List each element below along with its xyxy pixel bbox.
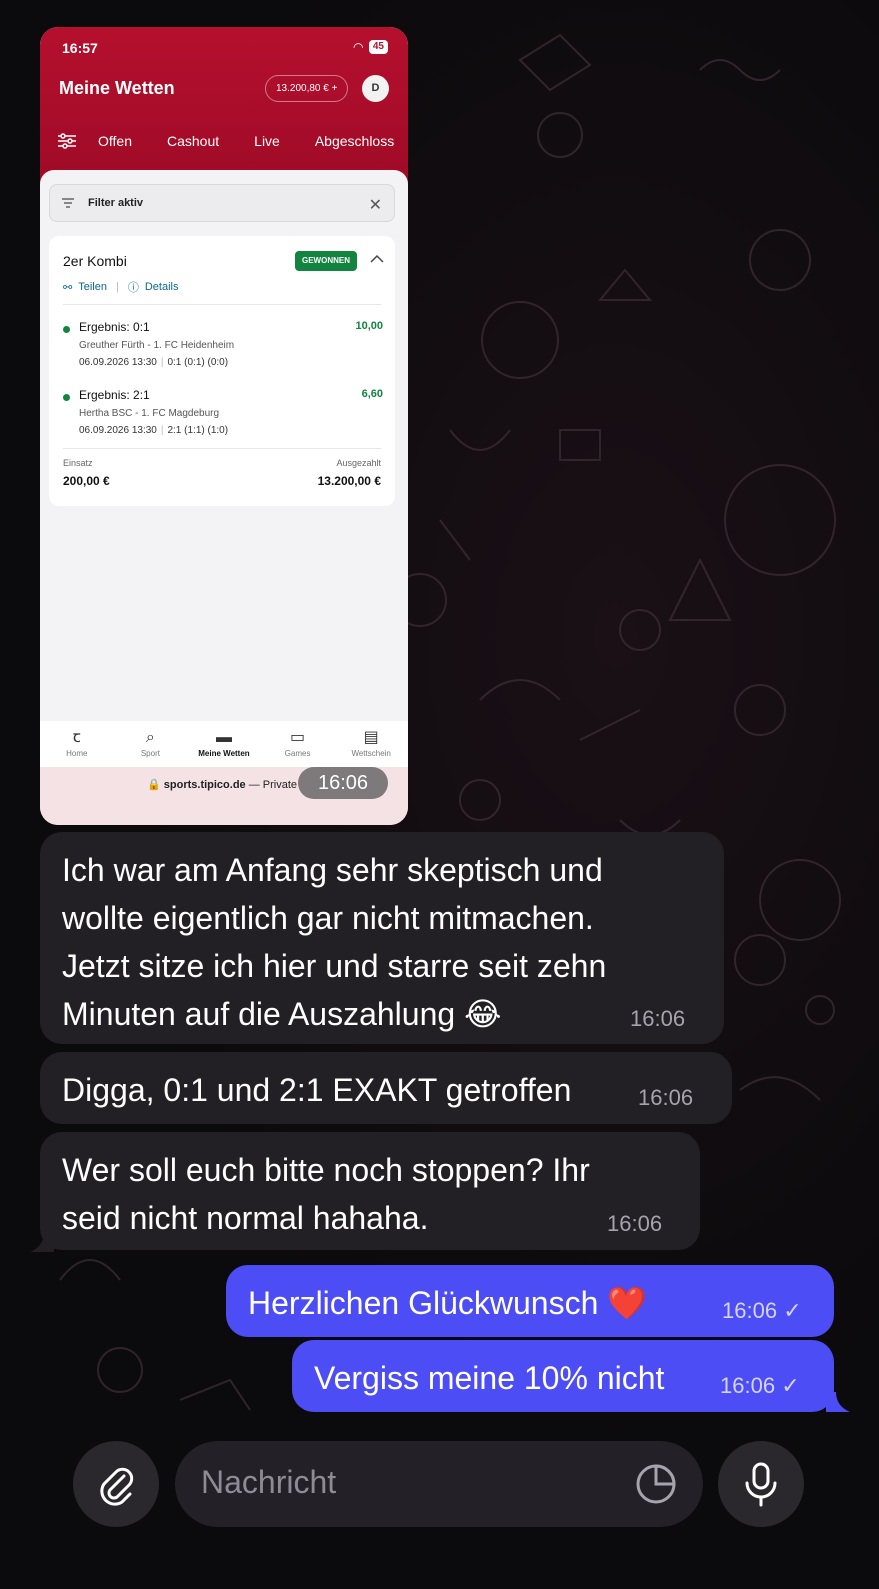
tipico-logo-icon: ꞇ xyxy=(72,729,81,746)
payout-value: 13.200,00 € xyxy=(317,474,381,488)
share-icon: ⚯ xyxy=(63,281,73,294)
tab-cashout[interactable]: Cashout xyxy=(167,133,219,149)
leg-odds: 10,00 xyxy=(355,320,383,332)
incoming-message[interactable]: Wer soll euch bitte noch stoppen? Ihr se… xyxy=(40,1132,700,1250)
page-title: Meine Wetten xyxy=(59,78,175,98)
paperclip-icon xyxy=(100,1467,134,1506)
payout-label: Ausgezahlt xyxy=(336,458,381,468)
outgoing-message[interactable]: Herzlichen Glückwunsch ❤️ 16:06 ✓ xyxy=(226,1265,834,1337)
battery-icon: 45 xyxy=(368,40,388,54)
nav-home[interactable]: ꞇ Home xyxy=(47,727,107,758)
sliders-icon[interactable] xyxy=(58,133,76,149)
nav-meine-wetten[interactable]: ▬ Meine Wetten xyxy=(194,727,254,758)
message-text: Digga, 0:1 und 2:1 EXAKT getroffen xyxy=(62,1072,572,1108)
read-check-icon: ✓ xyxy=(783,1298,802,1323)
bet-actions: ⚯ Teilen | ⓘ Details xyxy=(63,279,178,295)
divider xyxy=(63,448,381,449)
status-time: 16:57 xyxy=(62,40,98,56)
message-input[interactable]: Nachricht xyxy=(175,1441,703,1527)
attach-button[interactable] xyxy=(73,1441,159,1527)
sticker-icon[interactable] xyxy=(635,1463,677,1505)
leg-date-score: 06.09.2026 13:30 | 0:1 (0:1) (0:0) xyxy=(79,357,229,368)
filter-bar[interactable]: Filter aktiv ✕ xyxy=(49,184,395,222)
message-time: 16:06 xyxy=(630,1006,686,1031)
tab-offen[interactable]: Offen xyxy=(98,133,132,149)
message-placeholder: Nachricht xyxy=(201,1464,337,1500)
url-text: 🔒 sports.tipico.de — Private xyxy=(147,779,298,791)
leg-result: Ergebnis: 2:1 xyxy=(79,388,150,402)
filter-icon xyxy=(62,198,74,208)
leg-teams: Greuther Fürth - 1. FC Heidenheim xyxy=(79,340,235,351)
nav-wettschein[interactable]: ▤ Wettschein xyxy=(341,727,401,758)
bottom-nav: ꞇ Home ⌕ Sport ▬ Meine Wetten ▭ Games ▤ … xyxy=(40,721,408,767)
stake-label: Einsatz xyxy=(63,458,93,468)
outgoing-message[interactable]: Vergiss meine 10% nicht 16:06 ✓ xyxy=(292,1340,834,1412)
balance-button[interactable]: 13.200,80 € + xyxy=(265,75,349,102)
bets-list: Filter aktiv ✕ 2er Kombi GEWONNEN ⚯ Teil… xyxy=(40,170,408,770)
bubble-tail xyxy=(826,1392,850,1412)
stake-value: 200,00 € xyxy=(63,474,110,488)
message-text: Ich war am Anfang sehr skeptisch und wol… xyxy=(62,852,607,1032)
bubble-tail xyxy=(30,1232,54,1252)
leg-date-score: 06.09.2026 13:30 | 2:1 (1:1) (1:0) xyxy=(79,425,229,436)
message-time: 16:06 xyxy=(638,1085,694,1110)
message-time: 16:06 xyxy=(298,767,388,799)
message-time: 16:06 ✓ xyxy=(722,1298,802,1323)
message-time: 16:06 ✓ xyxy=(720,1373,800,1398)
divider: | xyxy=(115,281,119,293)
tab-abgeschlossen[interactable]: Abgeschloss xyxy=(315,133,394,149)
microphone-icon xyxy=(745,1462,777,1507)
message-text: Wer soll euch bitte noch stoppen? Ihr se… xyxy=(62,1152,590,1236)
sport-search-icon: ⌕ xyxy=(145,729,155,746)
filter-label: Filter aktiv xyxy=(88,197,144,209)
slot-machine-icon: ▭ xyxy=(290,729,306,746)
details-link[interactable]: Details xyxy=(145,281,179,293)
leg-odds: 6,60 xyxy=(361,388,383,400)
status-icons: ◠ 45 xyxy=(354,40,388,54)
bet-type: 2er Kombi xyxy=(63,253,127,269)
close-icon[interactable]: ✕ xyxy=(369,195,382,215)
share-link[interactable]: Teilen xyxy=(78,281,107,293)
shared-screenshot-image[interactable]: 16:57 ◠ 45 Meine Wetten 13.200,80 € + D … xyxy=(40,27,408,825)
bet-leg: Ergebnis: 2:1 6,60 Hertha BSC - 1. FC Ma… xyxy=(63,388,383,442)
betslip-icon: ▤ xyxy=(363,729,379,746)
status-badge: GEWONNEN xyxy=(295,251,357,271)
leg-result: Ergebnis: 0:1 xyxy=(79,320,150,334)
tab-live[interactable]: Live xyxy=(254,133,280,149)
bet-card[interactable]: 2er Kombi GEWONNEN ⚯ Teilen | ⓘ Details … xyxy=(49,236,395,506)
nav-sport[interactable]: ⌕ Sport xyxy=(120,727,180,758)
bets-icon: ▬ xyxy=(215,729,232,746)
incoming-message[interactable]: Ich war am Anfang sehr skeptisch und wol… xyxy=(40,832,724,1044)
read-check-icon: ✓ xyxy=(781,1373,800,1398)
won-dot-icon xyxy=(63,394,70,401)
bet-tabs: Offen Cashout Live Abgeschloss xyxy=(58,133,408,149)
bet-leg: Ergebnis: 0:1 10,00 Greuther Fürth - 1. … xyxy=(63,320,383,374)
chevron-up-icon[interactable] xyxy=(370,253,384,265)
voice-record-button[interactable] xyxy=(718,1441,804,1527)
avatar[interactable]: D xyxy=(362,75,389,102)
won-dot-icon xyxy=(63,326,70,333)
divider xyxy=(63,304,381,305)
message-time: 16:06 xyxy=(607,1211,663,1236)
nav-games[interactable]: ▭ Games xyxy=(268,727,328,758)
info-icon: ⓘ xyxy=(127,282,139,294)
incoming-message[interactable]: Digga, 0:1 und 2:1 EXAKT getroffen 16:06 xyxy=(40,1052,732,1124)
leg-teams: Hertha BSC - 1. FC Magdeburg xyxy=(79,408,220,419)
wifi-icon: ◠ xyxy=(353,40,363,54)
